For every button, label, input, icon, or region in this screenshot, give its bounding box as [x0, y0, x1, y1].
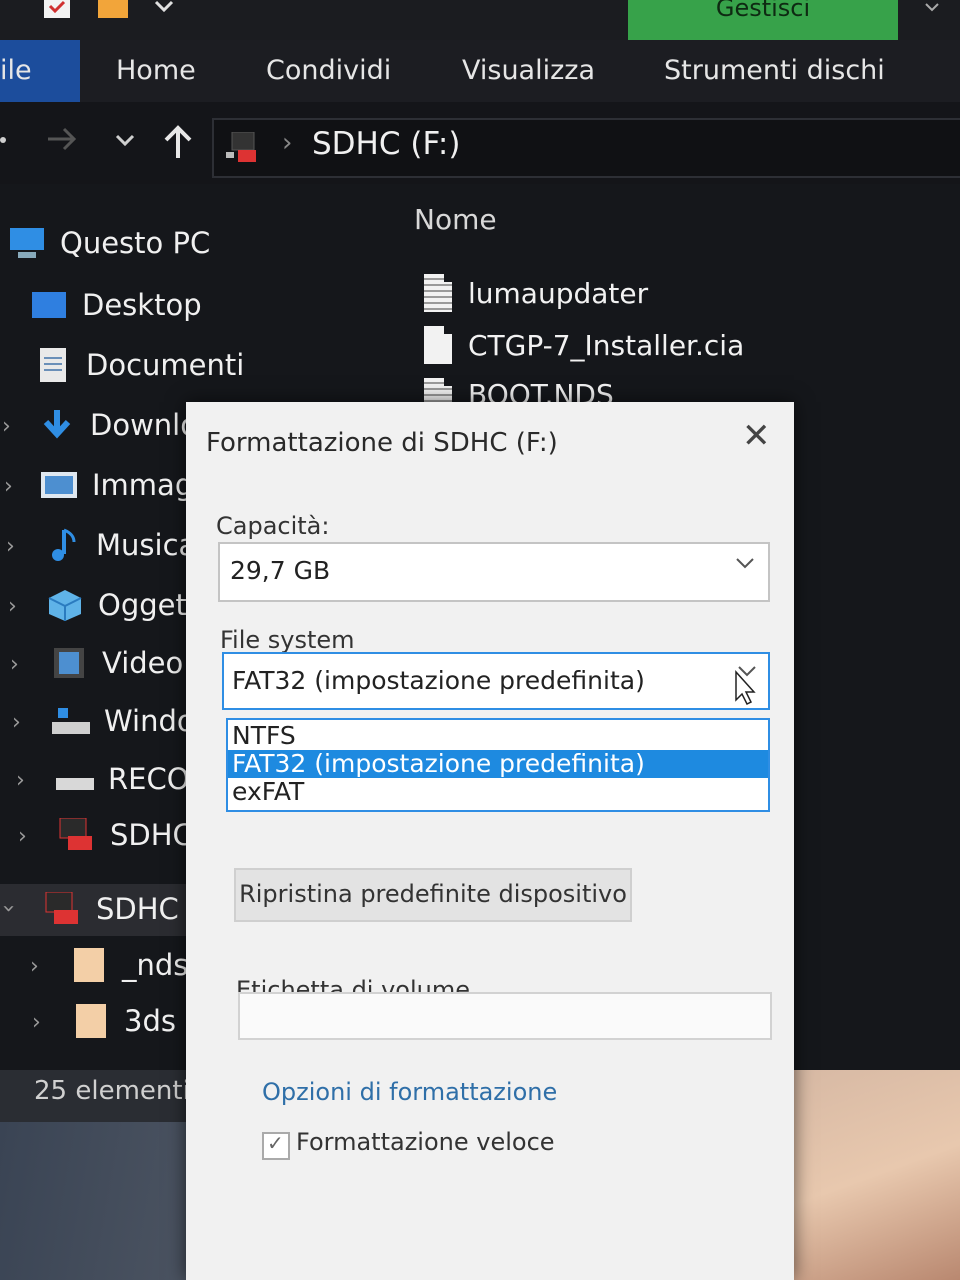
tab-visualizza[interactable]: Visualizza: [462, 40, 595, 102]
download-icon: [38, 408, 76, 442]
nav-item-oggetti-3d[interactable]: Oggett: [46, 580, 198, 630]
tab-home[interactable]: Home: [116, 40, 196, 102]
capacity-value: 29,7 GB: [230, 556, 331, 585]
nav-item-label: Video: [102, 646, 184, 680]
filesystem-option-fat32[interactable]: FAT32 (impostazione predefinita): [228, 750, 768, 778]
nav-item-desktop[interactable]: Desktop: [30, 280, 202, 330]
capacity-select[interactable]: 29,7 GB: [218, 542, 770, 602]
expand-chevron-icon[interactable]: ›: [6, 534, 15, 559]
nav-item-label: 3ds: [124, 1004, 176, 1038]
chevron-down-icon: [734, 552, 756, 580]
file-name: CTGP-7_Installer.cia: [468, 328, 745, 362]
breadcrumb-separator-icon: ›: [282, 128, 293, 158]
3d-objects-icon: [46, 588, 84, 622]
nav-item-label: Windo: [104, 704, 195, 738]
documents-icon: [34, 348, 72, 382]
restore-defaults-button[interactable]: Ripristina predefinite dispositivo: [234, 868, 632, 922]
tab-file[interactable]: ile: [0, 40, 80, 102]
desktop-wallpaper: [790, 1070, 960, 1280]
nav-item-windows[interactable]: Windo: [52, 696, 195, 746]
quick-access-dropdown-icon[interactable]: [150, 0, 180, 20]
ribbon-tabs: ile Home Condividi Visualizza Strumenti …: [0, 40, 960, 102]
nav-item-label: Musica: [96, 528, 197, 562]
dialog-title: Formattazione di SDHC (F:): [206, 428, 558, 458]
quick-format-label: Formattazione veloce: [296, 1128, 555, 1156]
expand-chevron-icon[interactable]: ›: [32, 1010, 41, 1035]
nav-item-3ds[interactable]: 3ds: [72, 996, 176, 1046]
forward-icon[interactable]: [46, 124, 80, 162]
file-name: BOOT.NDS: [468, 378, 614, 404]
nav-item-nds[interactable]: _nds: [70, 940, 188, 990]
nav-item-label: Immag: [92, 468, 194, 502]
back-icon[interactable]: [0, 124, 10, 162]
video-icon: [50, 646, 88, 680]
filesystem-option-ntfs[interactable]: NTFS: [228, 722, 768, 750]
format-options-label: Opzioni di formattazione: [262, 1078, 558, 1106]
filesystem-value: FAT32 (impostazione predefinita): [232, 666, 645, 695]
music-icon: [44, 528, 82, 562]
expand-chevron-icon[interactable]: ›: [10, 652, 19, 677]
nav-item-label: Oggett: [98, 588, 199, 622]
nav-item-label: Documenti: [86, 348, 245, 382]
images-icon: [40, 468, 78, 502]
filesystem-dropdown-list: NTFS FAT32 (impostazione predefinita) ex…: [226, 718, 770, 812]
nav-item-documenti[interactable]: Documenti: [34, 340, 244, 390]
tab-strumenti-dischi[interactable]: Strumenti dischi: [664, 40, 885, 102]
address-bar[interactable]: › SDHC (F:): [212, 118, 960, 178]
up-icon[interactable]: [162, 124, 194, 168]
list-item[interactable]: lumaupdater: [424, 274, 648, 312]
expand-chevron-icon[interactable]: ›: [8, 594, 17, 619]
filesystem-select[interactable]: FAT32 (impostazione predefinita): [222, 652, 770, 710]
mouse-cursor-icon: [734, 670, 756, 706]
close-icon[interactable]: ✕: [742, 416, 771, 456]
recent-locations-icon[interactable]: [114, 124, 136, 162]
nav-item-label: Desktop: [82, 288, 202, 322]
tab-condividi[interactable]: Condividi: [266, 40, 391, 102]
file-icon: [424, 326, 452, 364]
text-file-icon: [424, 274, 452, 312]
folder-icon: [70, 948, 108, 982]
nav-item-video[interactable]: Video: [50, 638, 183, 688]
nav-item-musica[interactable]: Musica: [44, 520, 196, 570]
expand-chevron-icon[interactable]: ›: [30, 954, 39, 979]
capacity-label: Capacità:: [216, 512, 330, 540]
pc-icon: [8, 226, 46, 260]
volume-label-input[interactable]: [238, 992, 772, 1040]
folder-icon[interactable]: [98, 0, 128, 20]
checklist-icon[interactable]: [42, 0, 72, 20]
breadcrumb-current[interactable]: SDHC (F:): [312, 126, 460, 162]
sd-card-icon: [226, 131, 260, 164]
expand-chevron-icon[interactable]: ›: [4, 474, 13, 499]
filesystem-option-exfat[interactable]: exFAT: [228, 778, 768, 806]
item-count: 25 elementi: [34, 1076, 190, 1106]
quick-format-checkbox[interactable]: [262, 1131, 290, 1160]
expand-chevron-icon[interactable]: ›: [12, 710, 21, 735]
column-header-name[interactable]: Nome: [414, 203, 497, 236]
file-icon: [424, 378, 452, 404]
format-dialog: Formattazione di SDHC (F:) ✕ Capacità: 2…: [186, 402, 794, 1280]
drive-icon: [56, 762, 94, 796]
desktop-icon: [30, 288, 68, 322]
tab-gestisci[interactable]: Gestisci: [628, 0, 898, 40]
collapse-chevron-icon[interactable]: ›: [0, 904, 21, 913]
nav-item-label: Questo PC: [60, 226, 211, 260]
nav-item-download[interactable]: Downlo: [38, 400, 198, 450]
quick-access-toolbar: Gestisci: [0, 0, 960, 40]
expand-chevron-icon[interactable]: ›: [16, 768, 25, 793]
list-item[interactable]: CTGP-7_Installer.cia: [424, 326, 744, 364]
list-item[interactable]: BOOT.NDS: [424, 378, 614, 404]
expand-chevron-icon[interactable]: ›: [18, 824, 27, 849]
nav-item-questo-pc[interactable]: Questo PC: [8, 218, 210, 268]
minimize-icon[interactable]: [920, 0, 950, 26]
nav-item-label: _nds: [122, 948, 189, 982]
sd-card-icon: [44, 891, 82, 926]
windows-drive-icon: [52, 704, 90, 738]
file-name: lumaupdater: [468, 276, 649, 310]
expand-chevron-icon[interactable]: ›: [2, 414, 11, 439]
filesystem-label: File system: [220, 626, 355, 654]
folder-icon: [72, 1004, 110, 1038]
nav-item-label: Downlo: [90, 408, 198, 442]
sd-card-icon: [58, 817, 96, 852]
nav-item-immagini[interactable]: Immag: [40, 460, 193, 510]
